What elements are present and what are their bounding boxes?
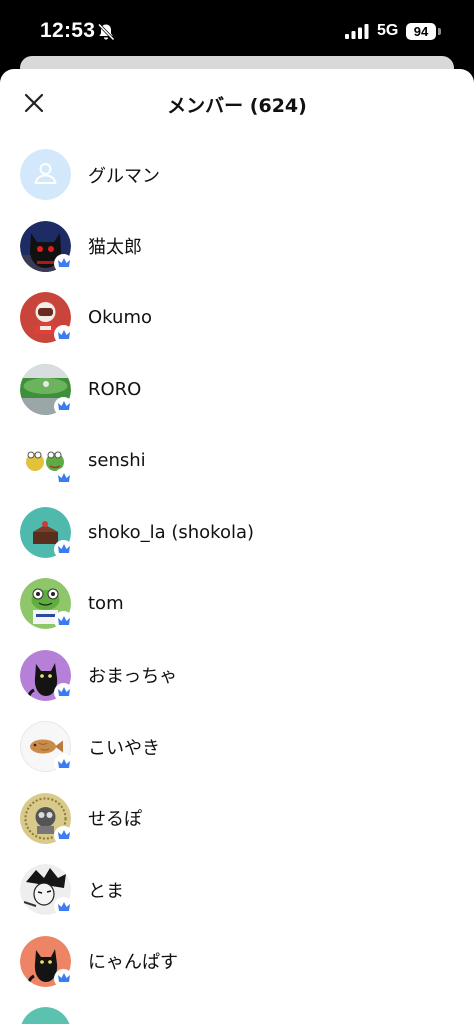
avatar <box>20 935 73 988</box>
avatar <box>20 649 73 702</box>
crown-badge-icon <box>54 396 73 416</box>
member-name: せるぽ <box>88 809 142 831</box>
crown-badge-icon <box>54 897 73 917</box>
avatar <box>20 292 73 345</box>
battery-icon: 94 <box>406 23 436 40</box>
member-list-item[interactable]: にゃんぱす <box>0 926 474 998</box>
member-list: グルマン 猫太郎 Okumo RORO senshi shoko_la (sho… <box>0 139 474 1024</box>
member-list-item[interactable]: とま <box>0 854 474 926</box>
member-list-item[interactable]: おまっちゃ <box>0 640 474 712</box>
avatar <box>20 220 73 273</box>
crown-badge-icon <box>54 682 73 702</box>
avatar <box>20 864 73 917</box>
crown-badge-icon <box>54 611 73 631</box>
member-name: Okumo <box>88 307 152 329</box>
avatar <box>20 149 71 201</box>
avatar <box>20 363 73 416</box>
member-list-item[interactable]: shoko_la (shokola) <box>0 497 474 569</box>
member-list-item[interactable]: グルマン <box>0 139 474 211</box>
network-type: 5G <box>377 22 399 39</box>
member-list-item[interactable]: こいやき <box>0 711 474 783</box>
avatar <box>20 506 73 559</box>
member-list-item[interactable]: senshi <box>0 425 474 497</box>
member-name: 猫太郎 <box>88 237 142 259</box>
default-person-icon <box>20 149 71 201</box>
avatar <box>20 1007 71 1024</box>
bell-slash-icon <box>97 23 115 41</box>
page-title: メンバー (624) <box>167 95 307 117</box>
member-list-item[interactable]: tom <box>0 568 474 640</box>
battery-tip <box>438 28 441 35</box>
crown-badge-icon <box>54 468 73 488</box>
crown-badge-icon <box>54 325 73 345</box>
crown-badge-icon <box>54 825 73 845</box>
avatar <box>20 435 73 488</box>
member-name: RORO <box>88 378 142 400</box>
member-list-item[interactable]: Okumo <box>0 282 474 354</box>
member-name: こいやき <box>88 737 160 759</box>
crown-badge-icon <box>54 539 73 559</box>
crown-badge-icon <box>54 754 73 774</box>
member-name: senshi <box>88 450 146 472</box>
member-list-item[interactable]: せるぽ <box>0 783 474 855</box>
member-name: にゃんぱす <box>88 952 178 974</box>
sheet-header: メンバー (624) <box>0 69 474 139</box>
crown-badge-icon <box>54 968 73 988</box>
avatar <box>20 578 73 631</box>
avatar <box>20 721 73 774</box>
status-bar: 12:53 5G 94 <box>0 0 474 62</box>
status-time: 12:53 <box>40 19 96 42</box>
avatar <box>20 792 73 845</box>
member-list-item-partial[interactable] <box>0 997 474 1024</box>
member-list-item[interactable]: RORO <box>0 354 474 426</box>
member-name: tom <box>88 593 124 615</box>
crown-badge-icon <box>54 253 73 273</box>
member-name: とま <box>88 880 124 902</box>
member-name: shoko_la (shokola) <box>88 521 255 543</box>
members-sheet: メンバー (624) グルマン 猫太郎 Okumo RORO senshi sh… <box>0 69 474 1024</box>
member-name: おまっちゃ <box>88 666 178 688</box>
avatar-image <box>21 1007 70 1024</box>
member-list-item[interactable]: 猫太郎 <box>0 211 474 283</box>
cellular-signal-icon <box>345 24 369 39</box>
member-name: グルマン <box>88 165 160 187</box>
